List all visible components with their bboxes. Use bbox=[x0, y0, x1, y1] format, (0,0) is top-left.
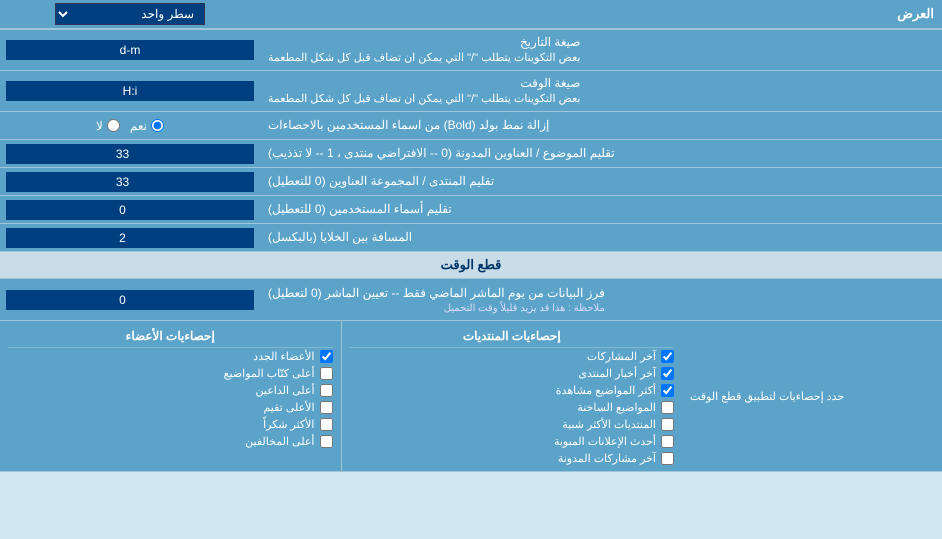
subject-limit-input-cell bbox=[0, 140, 260, 167]
stats-grid: حدد إحصاءيات لتطبيق قطع الوقت إحصاءيات ا… bbox=[0, 321, 942, 472]
stat-label-5: المنتديات الأكثر شبية bbox=[562, 418, 656, 431]
stat-m-item-4: الأعلى تقيم bbox=[8, 399, 333, 416]
stat-m-item-1: الأعضاء الجدد bbox=[8, 348, 333, 365]
stat-m-label-2: أعلى كتّاب المواضيع bbox=[224, 367, 315, 380]
stat-m-label-1: الأعضاء الجدد bbox=[253, 350, 314, 363]
cell-spacing-input-cell bbox=[0, 224, 260, 251]
stat-m-item-3: أعلى الداعين bbox=[8, 382, 333, 399]
forum-limit-label: تقليم المنتدى / المجموعة العناوين (0 للت… bbox=[260, 168, 942, 195]
time-format-input-cell bbox=[0, 71, 260, 111]
username-limit-row: تقليم أسماء المستخدمين (0 للتعطيل) bbox=[0, 196, 942, 224]
forum-limit-row: تقليم المنتدى / المجموعة العناوين (0 للت… bbox=[0, 168, 942, 196]
stats-apply-label: حدد إحصاءيات لتطبيق قطع الوقت bbox=[682, 321, 942, 471]
stat-checkbox-6[interactable] bbox=[661, 435, 674, 448]
bold-no-label: لا bbox=[96, 119, 103, 133]
stats-col-members-header: إحصاءيات الأعضاء bbox=[8, 325, 333, 348]
time-cut-input[interactable] bbox=[6, 290, 254, 310]
stat-m-label-4: الأعلى تقيم bbox=[263, 401, 314, 414]
cell-spacing-label: المسافة بين الخلايا (بالبكسل) bbox=[260, 224, 942, 251]
stat-m-item-6: أعلى المخالفين bbox=[8, 433, 333, 450]
date-format-input-cell bbox=[0, 30, 260, 70]
main-container: العرض سطر واحدسطرينثلاثة أسطر صيغة التار… bbox=[0, 0, 942, 472]
stat-label-2: آخر أخبار المنتدى bbox=[578, 367, 656, 380]
date-format-row: صيغة التاريخ بعض التكوينات يتطلب "/" الت… bbox=[0, 30, 942, 71]
stat-item-5: المنتديات الأكثر شبية bbox=[350, 416, 675, 433]
stat-m-checkbox-6[interactable] bbox=[320, 435, 333, 448]
stat-checkbox-7[interactable] bbox=[661, 452, 674, 465]
stat-item-2: آخر أخبار المنتدى bbox=[350, 365, 675, 382]
time-cut-label: فرز البيانات من يوم الماشر الماضي فقط --… bbox=[260, 279, 942, 320]
stat-m-checkbox-4[interactable] bbox=[320, 401, 333, 414]
stat-m-item-5: الأكثر شكراً bbox=[8, 416, 333, 433]
time-format-row: صيغة الوقت بعض التكوينات يتطلب "/" التي … bbox=[0, 71, 942, 112]
forum-limit-input[interactable] bbox=[6, 172, 254, 192]
stat-label-1: آخر المشاركات bbox=[587, 350, 656, 363]
stat-checkbox-4[interactable] bbox=[661, 401, 674, 414]
stat-m-label-5: الأكثر شكراً bbox=[263, 418, 314, 431]
header-row: العرض سطر واحدسطرينثلاثة أسطر bbox=[0, 0, 942, 30]
stat-m-checkbox-2[interactable] bbox=[320, 367, 333, 380]
bold-no-option: لا bbox=[96, 119, 120, 133]
bold-remove-row: إزالة نمط بولد (Bold) من اسماء المستخدمي… bbox=[0, 112, 942, 140]
stat-m-checkbox-1[interactable] bbox=[320, 350, 333, 363]
stat-item-4: المواضيع الساخنة bbox=[350, 399, 675, 416]
time-cut-input-cell bbox=[0, 279, 260, 320]
stat-item-6: أحدث الإعلانات المبوبة bbox=[350, 433, 675, 450]
bold-yes-option: نعم bbox=[130, 119, 164, 133]
forum-limit-input-cell bbox=[0, 168, 260, 195]
header-label: العرض bbox=[260, 2, 942, 26]
stat-checkbox-5[interactable] bbox=[661, 418, 674, 431]
stats-col-forums: إحصاءيات المنتديات آخر المشاركات آخر أخب… bbox=[341, 321, 683, 471]
stat-m-label-3: أعلى الداعين bbox=[256, 384, 315, 397]
stat-label-3: أكثر المواضيع مشاهدة bbox=[556, 384, 656, 397]
date-format-label: صيغة التاريخ بعض التكوينات يتطلب "/" الت… bbox=[260, 30, 942, 70]
subject-limit-row: تقليم الموضوع / العناوين المدونة (0 -- ا… bbox=[0, 140, 942, 168]
bold-yes-radio[interactable] bbox=[151, 119, 164, 132]
stats-col-forums-header: إحصاءيات المنتديات bbox=[350, 325, 675, 348]
bold-yes-label: نعم bbox=[130, 119, 147, 133]
subject-limit-label: تقليم الموضوع / العناوين المدونة (0 -- ا… bbox=[260, 140, 942, 167]
bold-no-radio[interactable] bbox=[107, 119, 120, 132]
stat-checkbox-1[interactable] bbox=[661, 350, 674, 363]
stat-label-7: آخر مشاركات المدونة bbox=[558, 452, 656, 465]
username-limit-label: تقليم أسماء المستخدمين (0 للتعطيل) bbox=[260, 196, 942, 223]
stat-checkbox-2[interactable] bbox=[661, 367, 674, 380]
subject-limit-input[interactable] bbox=[6, 144, 254, 164]
stat-checkbox-3[interactable] bbox=[661, 384, 674, 397]
time-format-input[interactable] bbox=[6, 81, 254, 101]
stat-label-6: أحدث الإعلانات المبوبة bbox=[554, 435, 656, 448]
cell-spacing-row: المسافة بين الخلايا (بالبكسل) bbox=[0, 224, 942, 252]
stat-m-item-2: أعلى كتّاب المواضيع bbox=[8, 365, 333, 382]
cell-spacing-input[interactable] bbox=[6, 228, 254, 248]
username-limit-input[interactable] bbox=[6, 200, 254, 220]
username-limit-input-cell bbox=[0, 196, 260, 223]
stat-m-checkbox-3[interactable] bbox=[320, 384, 333, 397]
bold-remove-options: نعم لا bbox=[0, 112, 260, 139]
stat-item-1: آخر المشاركات bbox=[350, 348, 675, 365]
stat-m-label-6: أعلى المخالفين bbox=[245, 435, 314, 448]
stat-item-3: أكثر المواضيع مشاهدة bbox=[350, 382, 675, 399]
display-select-cell: سطر واحدسطرينثلاثة أسطر bbox=[0, 0, 260, 28]
stats-col-members: إحصاءيات الأعضاء الأعضاء الجدد أعلى كتّا… bbox=[0, 321, 341, 471]
date-format-input[interactable] bbox=[6, 40, 254, 60]
display-select[interactable]: سطر واحدسطرينثلاثة أسطر bbox=[55, 3, 205, 25]
time-cut-row: فرز البيانات من يوم الماشر الماضي فقط --… bbox=[0, 279, 942, 321]
stat-label-4: المواضيع الساخنة bbox=[577, 401, 656, 414]
time-cut-section-header: قطع الوقت bbox=[0, 252, 942, 279]
stat-m-checkbox-5[interactable] bbox=[320, 418, 333, 431]
bold-remove-label: إزالة نمط بولد (Bold) من اسماء المستخدمي… bbox=[260, 112, 942, 139]
time-format-label: صيغة الوقت بعض التكوينات يتطلب "/" التي … bbox=[260, 71, 942, 111]
stat-item-7: آخر مشاركات المدونة bbox=[350, 450, 675, 467]
